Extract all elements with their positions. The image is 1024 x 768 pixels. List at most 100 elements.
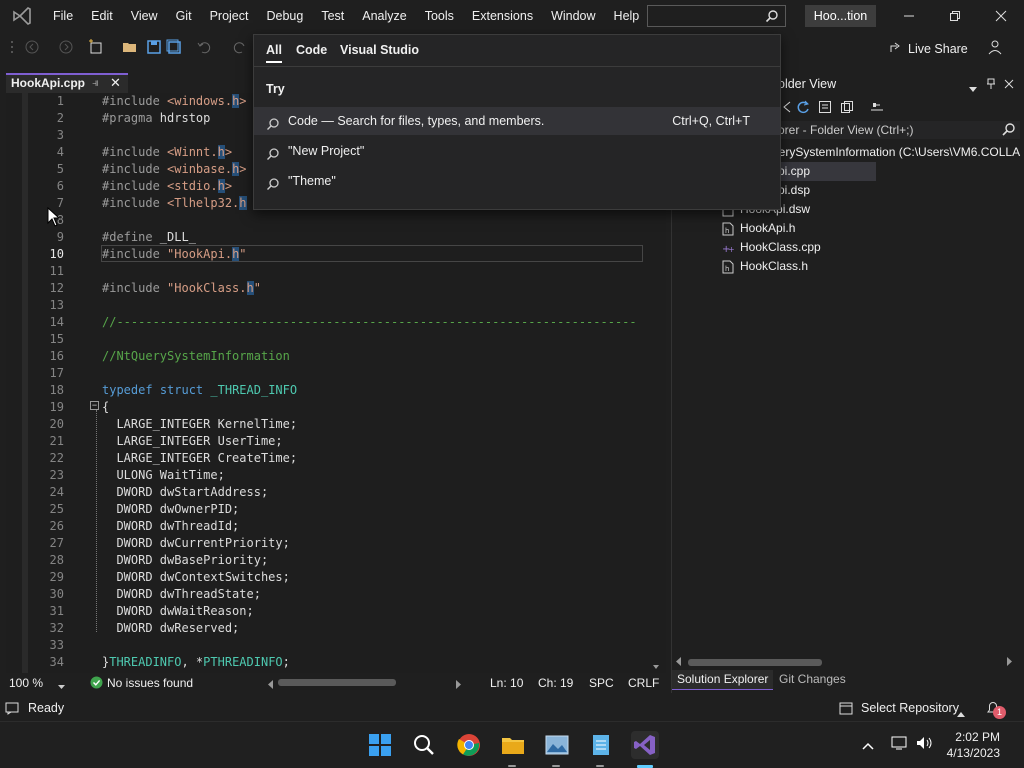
scroll-right-icon[interactable] [456, 678, 462, 692]
code-line[interactable]: 21 LARGE_INTEGER UserTime; [6, 433, 646, 450]
code-line[interactable]: 25 DWORD dwOwnerPID; [6, 501, 646, 518]
code-line[interactable]: 31 DWORD dwWaitReason; [6, 603, 646, 620]
close-window-button[interactable] [978, 0, 1024, 32]
line-ending-indicator[interactable]: CRLF [628, 676, 659, 690]
show-all-files-icon[interactable] [840, 100, 854, 117]
save-icon[interactable] [146, 39, 162, 55]
solution-horizontal-scrollbar[interactable] [676, 656, 1014, 668]
chevron-up-icon[interactable] [862, 739, 874, 753]
network-icon[interactable] [891, 735, 909, 754]
menu-git[interactable]: Git [167, 0, 201, 32]
code-line[interactable]: 18 typedef struct _THREAD_INFO [6, 382, 646, 399]
collapse-all-icon[interactable] [818, 100, 832, 117]
code-line[interactable]: 22 LARGE_INTEGER CreateTime; [6, 450, 646, 467]
menu-view[interactable]: View [122, 0, 167, 32]
code-line[interactable]: 26 DWORD dwThreadId; [6, 518, 646, 535]
navigate-forward-icon[interactable] [58, 39, 74, 55]
properties-icon[interactable] [870, 100, 884, 117]
chevron-up-icon[interactable] [957, 706, 965, 720]
scope-tab-all[interactable]: All [266, 43, 282, 63]
code-line[interactable]: 33 [6, 637, 646, 654]
restore-button[interactable] [932, 0, 978, 32]
code-line[interactable]: 16 //NtQuerySystemInformation [6, 348, 646, 365]
menu-extensions[interactable]: Extensions [463, 0, 542, 32]
open-folder-icon[interactable] [122, 39, 138, 55]
undo-icon[interactable] [196, 39, 212, 55]
code-line[interactable]: 19 { [6, 399, 646, 416]
code-line[interactable]: 34}THREADINFO, *PTHREADINFO; [6, 654, 646, 671]
menu-file[interactable]: File [44, 0, 82, 32]
zoom-dropdown-icon[interactable] [58, 679, 65, 693]
photos-app-icon[interactable] [543, 731, 571, 759]
menu-help[interactable]: Help [605, 0, 649, 32]
redo-icon[interactable] [232, 39, 248, 55]
menu-tools[interactable]: Tools [416, 0, 463, 32]
code-line[interactable]: 28 DWORD dwBasePriority; [6, 552, 646, 569]
column-indicator[interactable]: Ch: 19 [538, 676, 573, 690]
search-suggestion-theme[interactable]: "Theme" [254, 167, 780, 195]
menu-analyze[interactable]: Analyze [353, 0, 415, 32]
new-project-icon[interactable] [88, 39, 104, 55]
close-panel-icon[interactable] [1004, 78, 1014, 92]
horizontal-scroll-thumb[interactable] [278, 679, 396, 686]
notepad-icon[interactable] [587, 731, 615, 759]
code-line[interactable]: 15 [6, 331, 646, 348]
solution-name-badge[interactable]: Hoo...tion [805, 5, 876, 27]
code-line[interactable]: 32 DWORD dwReserved; [6, 620, 646, 637]
tab-git-changes[interactable]: Git Changes [774, 670, 851, 690]
collapse-region-icon[interactable]: − [90, 401, 99, 410]
code-line[interactable]: 24 DWORD dwStartAddress; [6, 484, 646, 501]
pin-icon[interactable]: ⫣ [92, 75, 99, 92]
issues-status[interactable]: No issues found [107, 676, 193, 690]
search-input[interactable] [647, 5, 786, 27]
search-icon[interactable] [410, 731, 438, 759]
search-suggestion-new-project[interactable]: "New Project" [254, 137, 780, 165]
tab-solution-explorer[interactable]: Solution Explorer [672, 670, 774, 690]
live-share-button[interactable]: Live Share [889, 40, 968, 57]
code-line[interactable]: 9 #define _DLL_ [6, 229, 646, 246]
back-arrow-icon[interactable] [780, 100, 792, 117]
windows-start-icon[interactable] [366, 731, 394, 759]
system-clock[interactable]: 2:02 PM 4/13/2023 [947, 729, 1000, 761]
solution-root-folder[interactable]: ierySystemInformation (C:\Users\VM6.COLL… [776, 143, 1020, 162]
menu-window[interactable]: Window [542, 0, 604, 32]
code-line[interactable]: 23 ULONG WaitTime; [6, 467, 646, 484]
search-suggestion-code[interactable]: Code — Search for files, types, and memb… [254, 107, 780, 135]
code-line[interactable]: 14 //------------------------------------… [6, 314, 646, 331]
code-line[interactable]: 11 [6, 263, 646, 280]
chrome-icon[interactable] [455, 731, 483, 759]
whitespace-indicator[interactable]: SPC [589, 676, 614, 690]
code-line[interactable]: 8 [6, 212, 646, 229]
code-line[interactable]: 27 DWORD dwCurrentPriority; [6, 535, 646, 552]
code-line[interactable]: 12 #include "HookClass.h" [6, 280, 646, 297]
minimize-button[interactable] [886, 0, 932, 32]
pin-panel-icon[interactable] [986, 78, 996, 93]
volume-icon[interactable] [916, 735, 934, 754]
save-all-icon[interactable] [166, 39, 182, 55]
scroll-left-icon[interactable] [268, 678, 274, 692]
code-line[interactable]: 13 [6, 297, 646, 314]
menu-debug[interactable]: Debug [257, 0, 312, 32]
scroll-thumb[interactable] [688, 659, 822, 666]
file-item-cpp[interactable]: pi.cpp [776, 162, 876, 181]
scope-tab-visual-studio[interactable]: Visual Studio [340, 43, 419, 57]
line-indicator[interactable]: Ln: 10 [490, 676, 523, 690]
menu-edit[interactable]: Edit [82, 0, 122, 32]
code-line[interactable]: 30 DWORD dwThreadState; [6, 586, 646, 603]
tab-hookapi-cpp[interactable]: HookApi.cpp ⫣ ✕ [6, 73, 128, 93]
navigate-back-icon[interactable] [24, 39, 40, 55]
visual-studio-taskbar-icon[interactable] [631, 731, 659, 759]
file-explorer-icon[interactable] [499, 731, 527, 759]
feedback-icon[interactable] [986, 38, 1004, 59]
code-line[interactable]: 17 [6, 365, 646, 382]
zoom-level[interactable]: 100 % [9, 676, 43, 690]
panel-dropdown-icon[interactable] [969, 81, 977, 95]
file-item-dsp[interactable]: pi.dsp [776, 181, 810, 200]
select-repository-button[interactable]: Select Repository [861, 701, 959, 715]
code-line[interactable]: 29 DWORD dwContextSwitches; [6, 569, 646, 586]
scope-tab-code[interactable]: Code [296, 43, 327, 57]
code-line[interactable]: 10 #include "HookApi.h" [6, 246, 646, 263]
sync-icon[interactable] [796, 100, 810, 117]
menu-project[interactable]: Project [201, 0, 258, 32]
menu-test[interactable]: Test [312, 0, 353, 32]
